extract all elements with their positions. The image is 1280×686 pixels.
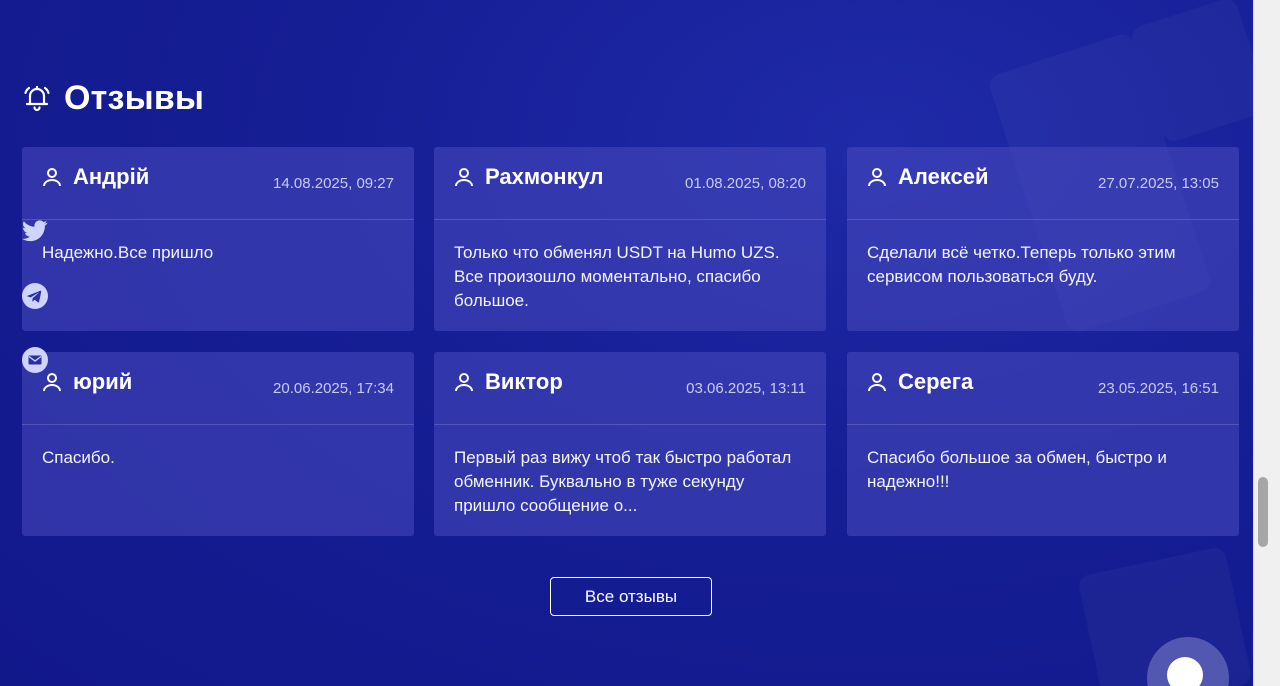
mail-icon <box>22 347 48 373</box>
review-date: 14.08.2025, 09:27 <box>273 175 394 192</box>
bell-icon <box>24 85 50 112</box>
chat-icon <box>1167 657 1203 686</box>
review-card: Виктор 03.06.2025, 13:11 Первый раз вижу… <box>434 352 826 536</box>
review-date: 01.08.2025, 08:20 <box>685 175 806 192</box>
twitter-link[interactable] <box>22 218 48 244</box>
user-icon <box>455 373 473 392</box>
review-author: Рахмонкул <box>485 164 604 189</box>
review-text: Спасибо большое за обмен, быстро и надеж… <box>867 448 1167 491</box>
review-text: Надежно.Все пришло <box>42 243 214 262</box>
user-icon <box>455 168 473 187</box>
page-viewport: Отзывы Андрій 14.08.2025, 09:27 Надежно.… <box>0 0 1253 686</box>
all-reviews-button[interactable]: Все отзывы <box>550 577 712 616</box>
user-icon <box>43 168 61 187</box>
review-card: Серега 23.05.2025, 16:51 Спасибо большое… <box>847 352 1239 536</box>
review-author: Алексей <box>898 164 989 189</box>
review-date: 03.06.2025, 13:11 <box>686 380 806 397</box>
review-card: Алексей 27.07.2025, 13:05 Сделали всё че… <box>847 147 1239 331</box>
review-author: Виктор <box>485 369 563 394</box>
review-author: Серега <box>898 369 974 394</box>
mail-link[interactable] <box>22 347 48 373</box>
review-card: Андрій 14.08.2025, 09:27 Надежно.Все при… <box>22 147 414 331</box>
review-author: юрий <box>73 369 133 394</box>
page-scrollbar[interactable] <box>1253 0 1280 686</box>
review-text: Только что обменял USDT на Humo UZS. Все… <box>454 243 780 310</box>
review-date: 27.07.2025, 13:05 <box>1098 175 1219 192</box>
telegram-link[interactable] <box>22 283 48 309</box>
twitter-icon <box>22 220 48 242</box>
user-icon <box>868 168 886 187</box>
review-author: Андрій <box>73 164 150 189</box>
review-date: 23.05.2025, 16:51 <box>1098 380 1219 397</box>
user-icon <box>868 373 886 392</box>
page-title: Отзывы <box>64 78 205 117</box>
user-icon <box>43 373 61 392</box>
review-date: 20.06.2025, 17:34 <box>273 380 394 397</box>
scrollbar-thumb[interactable] <box>1258 477 1268 547</box>
review-text: Сделали всё четко.Теперь только этим сер… <box>867 243 1176 286</box>
review-text: Первый раз вижу чтоб так быстро работал … <box>454 448 792 515</box>
review-text: Спасибо. <box>42 448 115 467</box>
review-card: юрий 20.06.2025, 17:34 Спасибо. <box>22 352 414 536</box>
reviews-heading: Отзывы <box>22 78 204 118</box>
telegram-icon <box>22 283 48 309</box>
review-card: Рахмонкул 01.08.2025, 08:20 Только что о… <box>434 147 826 331</box>
